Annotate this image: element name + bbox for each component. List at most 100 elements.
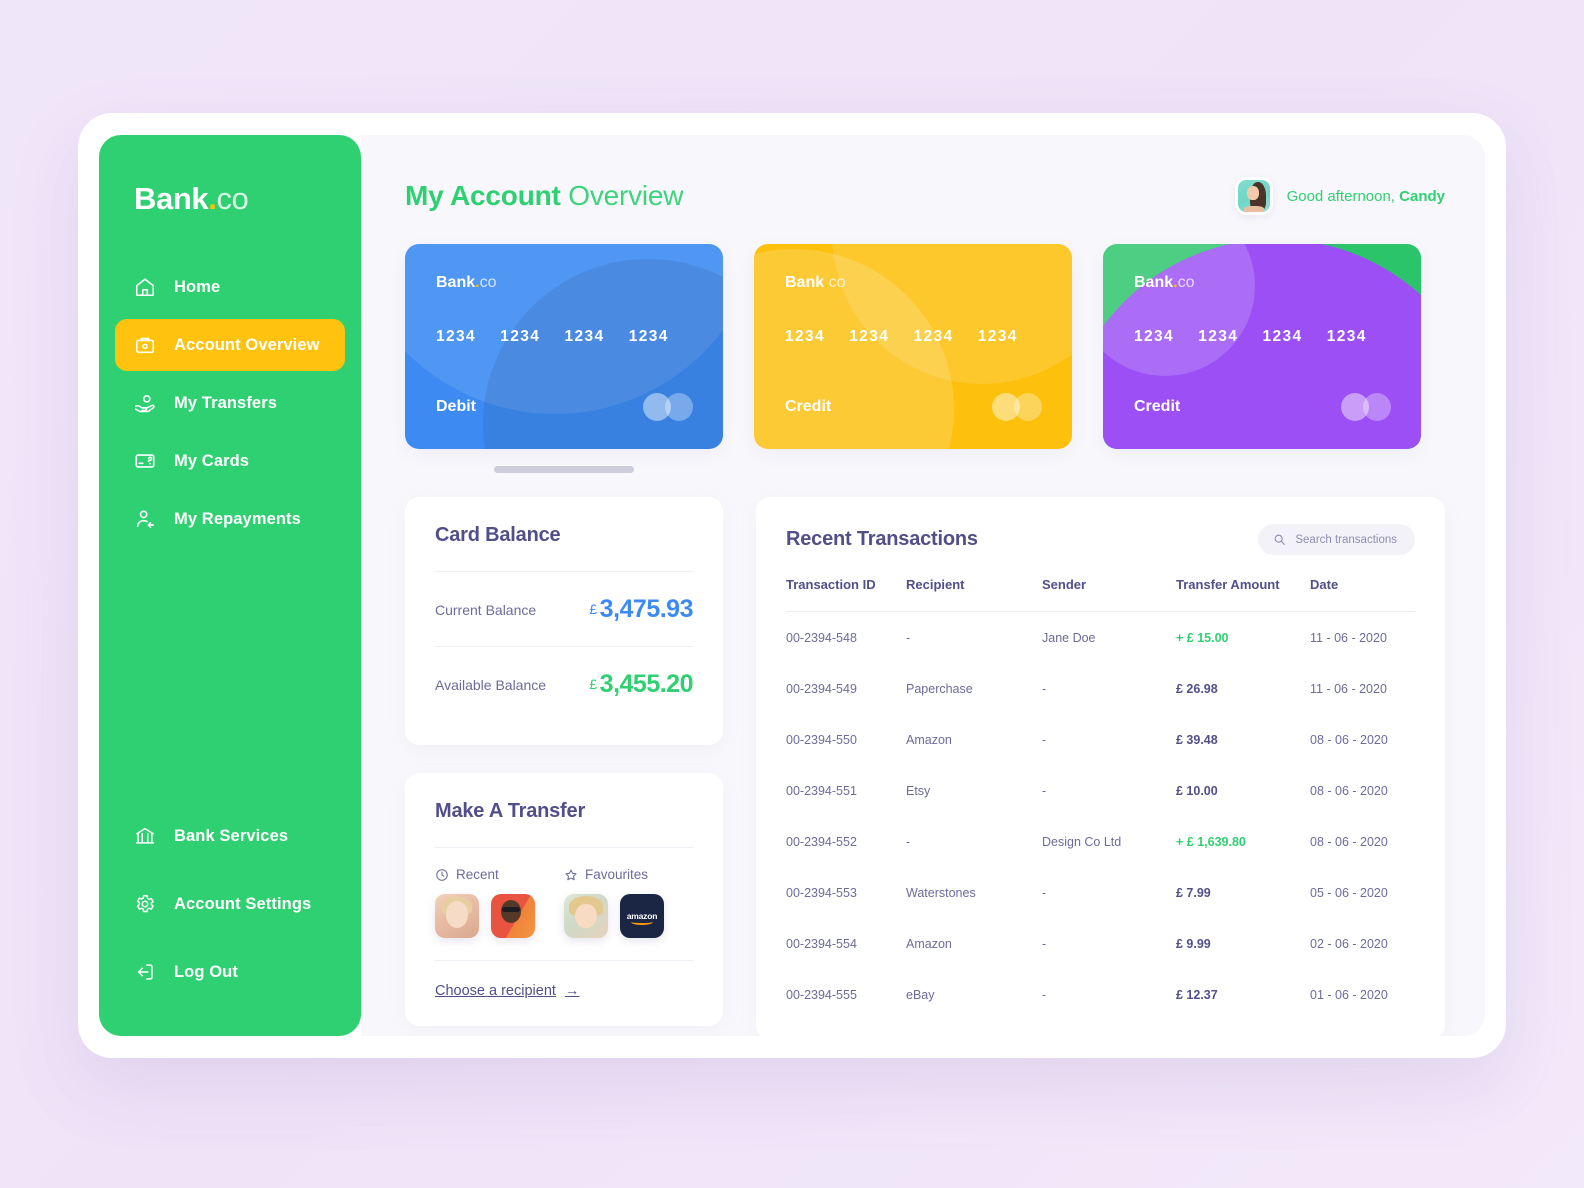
transactions-table: Transaction ID Recipient Sender Transfer…	[786, 577, 1415, 1020]
tab-favourites-label: Favourites	[585, 867, 649, 882]
user-return-icon	[134, 508, 156, 530]
table-row[interactable]: 00-2394-554 Amazon - £ 9.99 02 - 06 - 20…	[786, 918, 1415, 969]
arrow-right-icon: →	[564, 983, 580, 999]
page-title-bold: My Account	[405, 180, 561, 211]
cell-recipient: -	[906, 630, 911, 645]
main-content: My Account Overview Good afternoon, Cand…	[361, 135, 1485, 1036]
avatar[interactable]	[1234, 177, 1273, 215]
gear-icon	[134, 893, 156, 915]
sidebar-item-label: Home	[174, 277, 221, 296]
currency-symbol: £	[589, 601, 597, 617]
sidebar-item-label: Account Overview	[174, 335, 320, 354]
card-brand-dot: .	[824, 274, 829, 291]
card-number-part: 1234	[1134, 328, 1175, 345]
page-title: My Account Overview	[405, 180, 684, 212]
card-number-part: 1234	[564, 328, 605, 345]
card-brand-logo: Bank.co	[1134, 274, 1391, 292]
recipient-avatars: amazon	[435, 882, 693, 960]
sidebar-item-my-transfers[interactable]: My Transfers	[115, 377, 345, 429]
cell-recipient: -	[906, 834, 911, 849]
make-a-transfer-panel: Make A Transfer Recent Favourites amazon…	[405, 773, 723, 1026]
cell-transaction-id: 00-2394-552	[786, 834, 857, 849]
page-title-light: Overview	[568, 180, 684, 211]
cell-date: 05 - 06 - 2020	[1310, 885, 1388, 900]
brand-name: Bank	[134, 181, 209, 216]
sidebar-item-label: My Repayments	[174, 509, 301, 528]
card-brand-suffix: co	[1177, 274, 1195, 291]
greeting-text: Good afternoon, Candy	[1287, 188, 1445, 205]
lower-section: Card Balance Current Balance £3,475.93 A…	[405, 497, 1445, 1036]
cell-sender: -	[1042, 732, 1047, 747]
recent-transactions-panel: Recent Transactions Search transactions …	[756, 497, 1445, 1036]
sidebar-item-my-repayments[interactable]: My Repayments	[115, 493, 345, 545]
sidebar-nav: Home Account Overview My Transfers My Ca…	[99, 261, 361, 545]
cards-scrollbar[interactable]	[494, 466, 634, 473]
cell-date: 08 - 06 - 2020	[1310, 732, 1388, 747]
table-row[interactable]: 00-2394-550 Amazon - £ 39.48 08 - 06 - 2…	[786, 714, 1415, 765]
balance-label: Current Balance	[435, 601, 537, 618]
cell-transaction-id: 00-2394-555	[786, 987, 857, 1002]
tab-favourites[interactable]: Favourites	[564, 867, 693, 882]
cell-date: 11 - 06 - 2020	[1310, 681, 1387, 696]
tab-recent-label: Recent	[456, 867, 499, 882]
bank-icon	[134, 825, 156, 847]
cell-amount: £ 10.00	[1176, 783, 1218, 798]
balance-row-available: Available Balance £3,455.20	[435, 647, 694, 721]
card-number-part: 1234	[1326, 328, 1367, 345]
search-transactions-input[interactable]: Search transactions	[1258, 524, 1415, 555]
cell-sender: -	[1042, 783, 1047, 798]
tab-recent[interactable]: Recent	[435, 867, 564, 882]
cell-recipient: Amazon	[906, 732, 952, 747]
sidebar-item-log-out[interactable]: Log Out	[115, 946, 345, 998]
amazon-logo[interactable]: amazon	[620, 894, 664, 938]
table-row[interactable]: 00-2394-549 Paperchase - £ 26.98 11 - 06…	[786, 663, 1415, 714]
balance-row-current: Current Balance £3,475.93	[435, 572, 694, 646]
recipient-avatar-2[interactable]	[491, 894, 535, 938]
table-header: Transaction ID Recipient Sender Transfer…	[786, 577, 1415, 612]
sidebar-item-label: Bank Services	[174, 826, 289, 845]
table-row[interactable]: 00-2394-555 eBay - £ 12.37 01 - 06 - 202…	[786, 969, 1415, 1020]
card-balance-title: Card Balance	[435, 524, 561, 546]
cell-date: 02 - 06 - 2020	[1310, 936, 1388, 951]
cell-sender: Design Co Ltd	[1042, 834, 1122, 849]
favourite-avatars-group: amazon	[564, 894, 693, 938]
sidebar-item-home[interactable]: Home	[115, 261, 345, 313]
cell-amount: £ 9.99	[1176, 936, 1211, 951]
table-row[interactable]: 00-2394-553 Waterstones - £ 7.99 05 - 06…	[786, 867, 1415, 918]
sidebar-item-my-cards[interactable]: My Cards	[115, 435, 345, 487]
table-row[interactable]: 00-2394-552 - Design Co Ltd + £ 1,639.80…	[786, 816, 1415, 867]
card-brand-dot: .	[475, 274, 480, 291]
balance-value: 3,475.93	[599, 595, 694, 623]
hand-coin-icon	[134, 392, 156, 414]
cell-sender: -	[1042, 987, 1047, 1002]
cell-amount: + £ 1,639.80	[1176, 834, 1246, 849]
cell-recipient: eBay	[906, 987, 935, 1002]
table-row[interactable]: 00-2394-548 - Jane Doe + £ 15.00 11 - 06…	[786, 612, 1415, 664]
sidebar-item-account-settings[interactable]: Account Settings	[115, 878, 345, 930]
greeting-block[interactable]: Good afternoon, Candy	[1234, 177, 1445, 215]
table-body: 00-2394-548 - Jane Doe + £ 15.00 11 - 06…	[786, 612, 1415, 1021]
left-column: Card Balance Current Balance £3,475.93 A…	[405, 497, 723, 1036]
card-type-label: Credit	[785, 398, 832, 415]
app-window: Bank.co Home Account Overview My Transfe…	[78, 113, 1506, 1058]
sidebar-item-account-overview[interactable]: Account Overview	[115, 319, 345, 371]
card-brand-name: Bank	[785, 274, 825, 291]
table-row[interactable]: 00-2394-551 Etsy - £ 10.00 08 - 06 - 202…	[786, 765, 1415, 816]
bank-card-debit[interactable]: Bank.co 1234 1234 1234 1234 Debit	[405, 244, 723, 449]
card-number-part: 1234	[436, 328, 477, 345]
recipient-avatar-1[interactable]	[435, 894, 479, 938]
recipient-avatar-3[interactable]	[564, 894, 608, 938]
choose-recipient-link[interactable]: Choose a recipient →	[435, 961, 579, 999]
bank-card-credit-yellow[interactable]: Bank.co 1234 1234 1234 1234 Credit	[754, 244, 1072, 449]
balance-amount: £3,475.93	[589, 595, 693, 624]
bank-card-credit-green[interactable]: Bank.co 1234 1234 1234 1234 Credit	[1103, 244, 1421, 449]
cell-recipient: Waterstones	[906, 885, 976, 900]
card-brand-name: Bank	[436, 274, 476, 291]
cell-transaction-id: 00-2394-550	[786, 732, 857, 747]
search-placeholder: Search transactions	[1295, 533, 1397, 546]
card-number-part: 1234	[1262, 328, 1303, 345]
cell-amount: £ 12.37	[1176, 987, 1218, 1002]
sidebar-item-bank-services[interactable]: Bank Services	[115, 810, 345, 862]
recent-avatars-group	[435, 894, 564, 938]
sidebar-item-label: Account Settings	[174, 894, 312, 913]
